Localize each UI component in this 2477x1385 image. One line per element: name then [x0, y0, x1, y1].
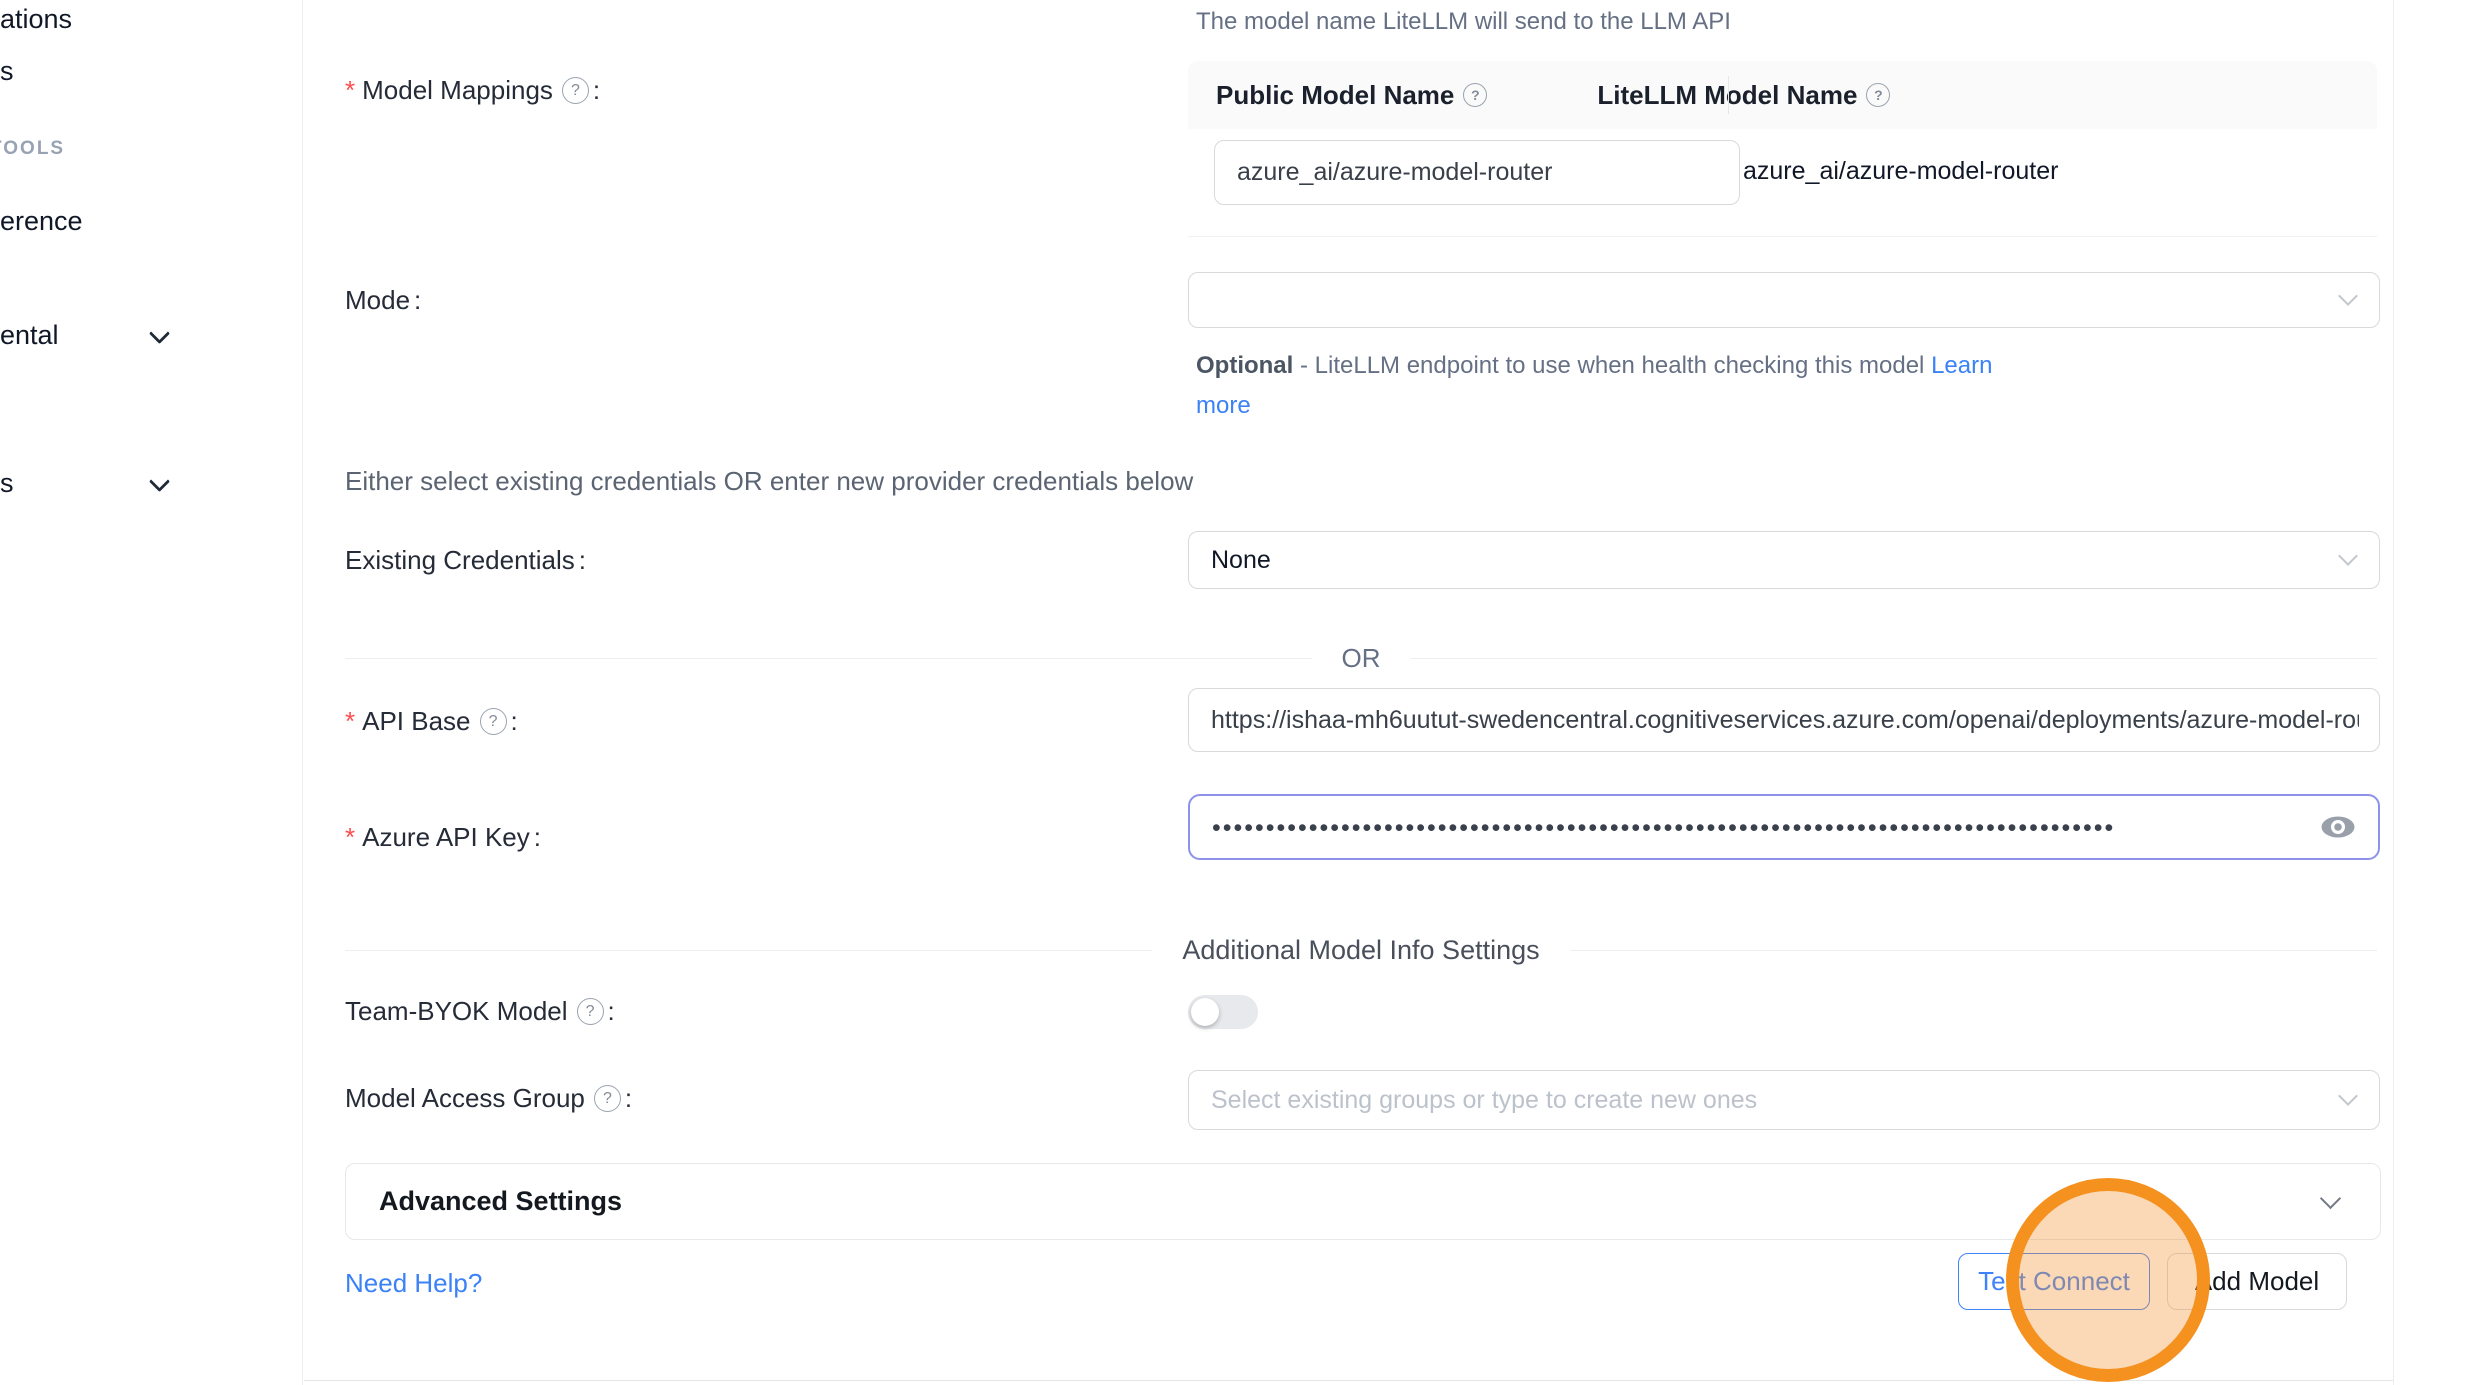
model-name-helper-text: The model name LiteLLM will send to the …: [1196, 8, 1731, 36]
azure-api-key-input[interactable]: ••••••••••••••••••••••••••••••••••••••••…: [1188, 794, 2380, 860]
api-base-label: API Base: [345, 706, 518, 737]
litellm-model-name-value: azure_ai/azure-model-router: [1743, 157, 2058, 186]
toggle-knob: [1191, 998, 1219, 1026]
advanced-settings-title: Advanced Settings: [379, 1186, 2323, 1217]
api-base-input[interactable]: https://ishaa-mh6uutut-swedencentral.cog…: [1188, 688, 2380, 752]
existing-credentials-select[interactable]: None: [1188, 531, 2380, 589]
chevron-down-icon[interactable]: [149, 323, 170, 344]
required-asterisk: [345, 706, 355, 737]
help-icon[interactable]: [562, 77, 589, 104]
test-connect-button[interactable]: Test Connect: [1958, 1253, 2150, 1310]
team-byok-label: Team-BYOK Model: [345, 996, 615, 1027]
help-icon[interactable]: [1463, 83, 1487, 107]
column-separator: [1728, 76, 1729, 114]
mode-select[interactable]: [1188, 272, 2380, 328]
chevron-down-icon: [2338, 286, 2358, 306]
mode-label: Mode: [345, 285, 421, 316]
advanced-settings-panel[interactable]: Advanced Settings: [345, 1163, 2381, 1240]
help-icon[interactable]: [594, 1085, 621, 1112]
column-header-litellm-model-name: LiteLLM Model Name: [1487, 80, 1890, 111]
table-row-border: [1188, 236, 2377, 237]
required-asterisk: [345, 75, 355, 106]
sidebar-item-erence[interactable]: erence: [0, 206, 83, 237]
help-icon[interactable]: [480, 708, 507, 735]
column-header-public-model-name: Public Model Name: [1188, 80, 1487, 111]
public-model-name-input[interactable]: azure_ai/azure-model-router: [1214, 140, 1740, 205]
chevron-down-icon: [2338, 1086, 2358, 1106]
additional-info-divider: Additional Model Info Settings: [345, 935, 2377, 966]
team-byok-toggle[interactable]: [1188, 995, 1258, 1029]
sidebar: ations s TOOLS erence ental s: [0, 0, 303, 1385]
sidebar-item-s2[interactable]: s: [0, 468, 14, 499]
help-icon[interactable]: [577, 998, 604, 1025]
credentials-note: Either select existing credentials OR en…: [345, 466, 1193, 497]
card-bottom-border: [304, 1380, 2393, 1381]
model-access-group-label: Model Access Group: [345, 1083, 632, 1114]
or-divider: OR: [345, 643, 2377, 674]
required-asterisk: [345, 822, 355, 853]
model-access-group-select[interactable]: Select existing groups or type to create…: [1188, 1070, 2380, 1130]
eye-icon[interactable]: [2318, 812, 2358, 842]
help-icon[interactable]: [1866, 83, 1890, 107]
sidebar-item-ations[interactable]: ations: [0, 4, 72, 35]
chevron-down-icon[interactable]: [149, 471, 170, 492]
azure-api-key-label: Azure API Key: [345, 822, 541, 853]
model-mappings-label: Model Mappings: [345, 75, 600, 106]
chevron-down-icon: [2338, 546, 2358, 566]
masked-password-value: ••••••••••••••••••••••••••••••••••••••••…: [1212, 814, 2318, 841]
mode-help-text: Optional - LiteLLM endpoint to use when …: [1196, 346, 1996, 426]
add-model-button[interactable]: Add Model: [2167, 1253, 2347, 1310]
card-right-border: [2393, 0, 2394, 1385]
chevron-down-icon: [2320, 1188, 2341, 1209]
need-help-link[interactable]: Need Help?: [345, 1268, 482, 1299]
sidebar-item-s1[interactable]: s: [0, 56, 14, 87]
sidebar-section-tools: TOOLS: [0, 138, 65, 160]
existing-credentials-label: Existing Credentials: [345, 545, 586, 576]
model-mappings-table-header: Public Model Name LiteLLM Model Name: [1188, 61, 2377, 129]
add-model-page: ations s TOOLS erence ental s The model …: [0, 0, 2477, 1385]
sidebar-item-ental[interactable]: ental: [0, 320, 59, 351]
